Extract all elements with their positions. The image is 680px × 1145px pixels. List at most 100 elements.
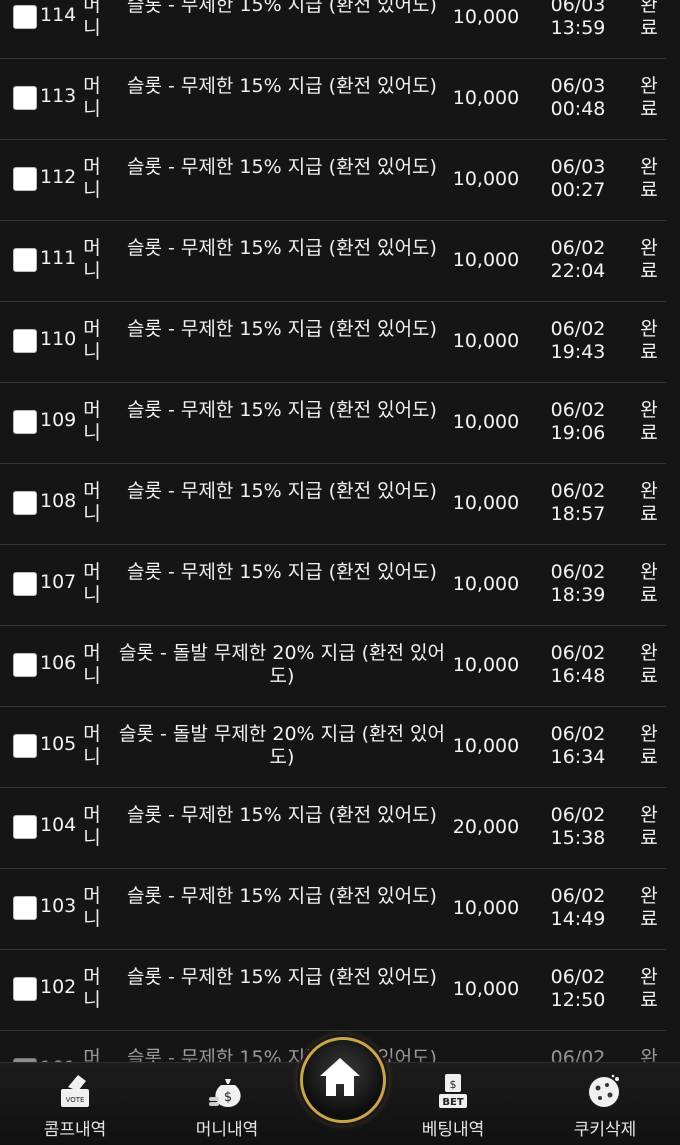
row-type: 머니 xyxy=(83,480,101,525)
row-status: 완료 xyxy=(640,75,658,120)
row-datetime: 06/02 22:04 xyxy=(542,237,614,283)
row-time: 22:04 xyxy=(550,260,606,282)
row-amount: 10,000 xyxy=(452,978,520,1000)
row-type: 머니 xyxy=(83,75,101,120)
row-number: 106 xyxy=(40,652,77,674)
bottom-nav: VOTE 콤프내역 $ 머니내역 $ BET 베팅내역 쿠키삭제 xyxy=(0,1037,680,1145)
table-row: 103 머니 슬롯 - 무제한 15% 지급 (환전 있어도) 10,000 06/02… xyxy=(0,869,666,950)
row-datetime: 06/02 16:48 xyxy=(542,642,614,688)
row-datetime: 06/03 00:48 xyxy=(542,75,614,121)
row-status: 완료 xyxy=(640,561,658,606)
row-time: 16:34 xyxy=(550,746,606,768)
row-number: 109 xyxy=(40,409,77,431)
row-type: 머니 xyxy=(83,237,101,282)
row-title: 슬롯 - 돌발 무제한 20% 지급 (환전 있어도) xyxy=(118,642,446,687)
row-number: 110 xyxy=(40,328,77,350)
row-amount: 20,000 xyxy=(452,816,520,838)
row-type: 머니 xyxy=(83,399,101,444)
row-checkbox[interactable] xyxy=(13,977,37,1001)
row-checkbox[interactable] xyxy=(13,734,37,758)
row-checkbox[interactable] xyxy=(13,329,37,353)
nav-comp-label: 콤프내역 xyxy=(43,1120,107,1139)
table-row: 107 머니 슬롯 - 무제한 15% 지급 (환전 있어도) 10,000 06/02… xyxy=(0,545,666,626)
money-bag-icon: $ xyxy=(209,1079,241,1107)
table-row: 108 머니 슬롯 - 무제한 15% 지급 (환전 있어도) 10,000 06/02… xyxy=(0,464,666,545)
row-datetime: 06/02 16:34 xyxy=(542,723,614,769)
row-checkbox[interactable] xyxy=(13,5,37,29)
table-row: 109 머니 슬롯 - 무제한 15% 지급 (환전 있어도) 10,000 06/02… xyxy=(0,383,666,464)
svg-text:$: $ xyxy=(224,1090,232,1105)
row-checkbox[interactable] xyxy=(13,167,37,191)
row-title: 슬롯 - 무제한 15% 지급 (환전 있어도) xyxy=(127,399,437,421)
row-status: 완료 xyxy=(640,399,658,444)
row-amount: 10,000 xyxy=(452,735,520,757)
table-row: 113 머니 슬롯 - 무제한 15% 지급 (환전 있어도) 10,000 06/03… xyxy=(0,59,666,140)
row-status: 완료 xyxy=(640,885,658,930)
row-type: 머니 xyxy=(83,0,101,39)
row-checkbox[interactable] xyxy=(13,86,37,110)
row-time: 13:59 xyxy=(550,17,606,39)
money-history-list: 114 머니 슬롯 - 무제한 15% 지급 (환전 있어도) 10,000 06/03… xyxy=(0,0,680,1112)
table-row: 102 머니 슬롯 - 무제한 15% 지급 (환전 있어도) 10,000 06/02… xyxy=(0,950,666,1031)
row-title: 슬롯 - 돌발 무제한 20% 지급 (환전 있어도) xyxy=(118,723,446,768)
row-date: 06/02 xyxy=(550,966,606,988)
row-status: 완료 xyxy=(640,642,658,687)
row-time: 00:27 xyxy=(550,179,606,201)
svg-text:$: $ xyxy=(450,1078,457,1091)
row-number: 104 xyxy=(40,814,77,836)
row-datetime: 06/02 12:50 xyxy=(542,966,614,1012)
row-number: 113 xyxy=(40,85,77,107)
row-checkbox[interactable] xyxy=(13,491,37,515)
row-checkbox[interactable] xyxy=(13,248,37,272)
row-number: 114 xyxy=(40,4,77,26)
cookie-icon xyxy=(589,1074,619,1107)
row-type: 머니 xyxy=(83,966,101,1011)
row-date: 06/02 xyxy=(550,318,606,340)
row-date: 06/02 xyxy=(550,399,606,421)
row-type: 머니 xyxy=(83,318,101,363)
nav-money-history[interactable]: $ 머니내역 xyxy=(172,1069,282,1141)
row-title: 슬롯 - 무제한 15% 지급 (환전 있어도) xyxy=(127,480,437,502)
row-number: 107 xyxy=(40,571,77,593)
row-status: 완료 xyxy=(640,723,658,768)
bet-slip-icon: $ BET xyxy=(439,1074,467,1108)
nav-bet-history[interactable]: $ BET 베팅내역 xyxy=(398,1069,508,1141)
row-date: 06/03 xyxy=(550,75,606,97)
row-datetime: 06/02 19:06 xyxy=(542,399,614,445)
row-status: 완료 xyxy=(640,237,658,282)
row-title: 슬롯 - 무제한 15% 지급 (환전 있어도) xyxy=(127,885,437,907)
row-title: 슬롯 - 무제한 15% 지급 (환전 있어도) xyxy=(127,804,437,826)
row-time: 18:57 xyxy=(550,503,606,525)
row-title: 슬롯 - 무제한 15% 지급 (환전 있어도) xyxy=(127,0,437,16)
row-title: 슬롯 - 무제한 15% 지급 (환전 있어도) xyxy=(127,156,437,178)
row-amount: 10,000 xyxy=(452,168,520,190)
row-datetime: 06/02 18:39 xyxy=(542,561,614,607)
row-time: 00:48 xyxy=(550,98,606,120)
row-time: 12:50 xyxy=(550,989,606,1011)
row-amount: 10,000 xyxy=(452,492,520,514)
row-date: 06/02 xyxy=(550,642,606,664)
row-title: 슬롯 - 무제한 15% 지급 (환전 있어도) xyxy=(127,75,437,97)
row-datetime: 06/02 18:57 xyxy=(542,480,614,526)
nav-comp-history[interactable]: VOTE 콤프내역 xyxy=(20,1069,130,1141)
row-status: 완료 xyxy=(640,804,658,849)
nav-delete-cookies[interactable]: 쿠키삭제 xyxy=(550,1069,660,1141)
vote-box-icon: VOTE xyxy=(61,1075,89,1107)
row-date: 06/02 xyxy=(550,561,606,583)
row-checkbox[interactable] xyxy=(13,653,37,677)
row-checkbox[interactable] xyxy=(13,815,37,839)
row-time: 15:38 xyxy=(550,827,606,849)
home-button[interactable] xyxy=(300,1037,386,1123)
row-datetime: 06/02 15:38 xyxy=(542,804,614,850)
row-number: 108 xyxy=(40,490,77,512)
table-row: 104 머니 슬롯 - 무제한 15% 지급 (환전 있어도) 20,000 06/02… xyxy=(0,788,666,869)
row-date: 06/02 xyxy=(550,804,606,826)
row-checkbox[interactable] xyxy=(13,410,37,434)
row-amount: 10,000 xyxy=(452,6,520,28)
row-checkbox[interactable] xyxy=(13,572,37,596)
row-checkbox[interactable] xyxy=(13,896,37,920)
row-date: 06/02 xyxy=(550,480,606,502)
nav-cookie-label: 쿠키삭제 xyxy=(573,1120,637,1139)
row-type: 머니 xyxy=(83,804,101,849)
row-title: 슬롯 - 무제한 15% 지급 (환전 있어도) xyxy=(127,966,437,988)
